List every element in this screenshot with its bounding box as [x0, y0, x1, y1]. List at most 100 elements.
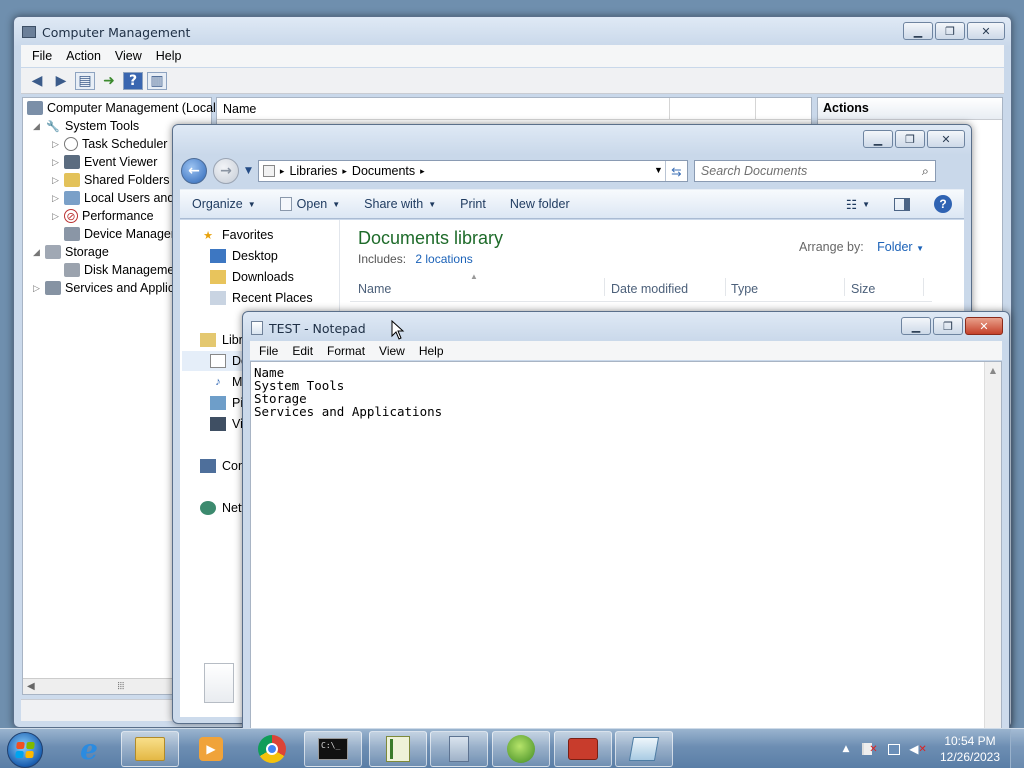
taskbar-windows-explorer[interactable] [121, 731, 179, 767]
nav-libraries[interactable]: Libr [200, 333, 243, 347]
cm-menu-help[interactable]: Help [149, 47, 189, 65]
nav-recent-places[interactable]: Recent Places [210, 291, 313, 305]
taskbar-performance-monitor[interactable] [369, 731, 427, 767]
notepad-menu-edit[interactable]: Edit [285, 342, 320, 360]
show-hide-tree-icon[interactable]: ▤ [75, 71, 95, 90]
tree-item-services-applications[interactable]: ▷ Services and Applica [33, 281, 181, 295]
refresh-icon[interactable]: ⇆ [664, 161, 687, 181]
breadcrumb-separator-icon[interactable]: ▸ [342, 166, 347, 177]
notepad-menu-format[interactable]: Format [320, 342, 372, 360]
nav-music[interactable]: ♪ M [210, 375, 242, 389]
scroll-up-icon[interactable]: ▲ [985, 362, 1001, 375]
column-size[interactable]: Size [851, 282, 875, 296]
show-action-pane-icon[interactable]: ▥ [147, 71, 167, 90]
breadcrumb-separator-icon[interactable]: ▸ [280, 166, 285, 177]
column-name[interactable]: Name [358, 282, 391, 296]
tree-item-shared-folders[interactable]: ▷ Shared Folders [52, 173, 169, 187]
print-button[interactable]: Print [448, 197, 498, 211]
tree-item-disk-management[interactable]: Disk Management [64, 263, 185, 277]
taskbar-notepad[interactable] [615, 731, 673, 767]
forward-arrow-icon[interactable]: ▶ [51, 72, 71, 90]
notepad-titlebar[interactable]: TEST - Notepad [243, 312, 1009, 344]
forward-button-icon[interactable]: → [213, 158, 239, 184]
cm-menu-file[interactable]: File [25, 47, 59, 65]
address-bar[interactable]: ▸ Libraries ▸ Documents ▸ ▼ ⇆ [257, 160, 688, 182]
notepad-minimize-button[interactable]: ▁ [901, 317, 931, 335]
tree-item-device-manager[interactable]: Device Manager [64, 227, 175, 241]
nav-pictures[interactable]: Pi [210, 396, 243, 410]
start-button[interactable] [7, 732, 43, 768]
nav-network[interactable]: Netv [200, 501, 248, 515]
taskbar-calculator[interactable] [430, 731, 488, 767]
notepad-vertical-scrollbar[interactable]: ▲ [984, 362, 1001, 729]
recent-pages-dropdown-icon[interactable]: ▼ [245, 166, 252, 176]
notepad-close-button[interactable]: ✕ [965, 317, 1003, 335]
taskbar-media-player[interactable]: ▶ [182, 731, 240, 767]
volume-muted-icon[interactable]: ◀ ✕ [909, 741, 927, 757]
scroll-thumb-grip-icon[interactable]: ⦙⦙⦙ [117, 681, 124, 692]
cm-titlebar[interactable]: Computer Management [14, 17, 1011, 47]
open-button[interactable]: Open ▼ [268, 197, 353, 211]
tree-item-task-scheduler[interactable]: ▷ Task Scheduler [52, 137, 167, 151]
breadcrumb-libraries[interactable]: Libraries [289, 164, 337, 178]
address-dropdown-icon[interactable]: ▼ [654, 165, 663, 175]
help-button[interactable]: ? [922, 195, 964, 213]
cm-minimize-button[interactable]: ▁ [903, 22, 933, 40]
cm-menu-view[interactable]: View [108, 47, 149, 65]
taskbar-internet-explorer[interactable]: e [60, 731, 118, 767]
expand-arrow-icon[interactable]: ▷ [52, 139, 64, 150]
taskbar-chrome[interactable] [243, 731, 301, 767]
share-with-button[interactable]: Share with ▼ [352, 197, 448, 211]
nav-favorites[interactable]: ★ Favorites [200, 228, 273, 242]
breadcrumb-documents[interactable]: Documents [352, 164, 415, 178]
help-icon[interactable]: ? [123, 71, 143, 90]
notepad-menu-view[interactable]: View [372, 342, 412, 360]
taskbar-toolbox[interactable] [554, 731, 612, 767]
action-center-flag-icon[interactable]: ✕ [861, 741, 879, 757]
expand-arrow-icon[interactable]: ▷ [52, 175, 64, 186]
tree-item-performance[interactable]: ▷ ⊘ Performance [52, 209, 154, 223]
collapse-arrow-icon[interactable]: ◢ [33, 247, 45, 258]
search-documents-input[interactable]: Search Documents ⌕ [693, 160, 936, 182]
explorer-titlebar[interactable] [173, 125, 971, 155]
export-list-icon[interactable]: ➜ [99, 72, 119, 90]
breadcrumb-separator-icon[interactable]: ▸ [420, 166, 425, 177]
expand-arrow-icon[interactable]: ▷ [33, 283, 45, 294]
tree-item-storage[interactable]: ◢ Storage [33, 245, 109, 259]
explorer-maximize-button[interactable]: ❐ [895, 130, 925, 148]
taskbar-clock[interactable]: 10:54 PM 12/26/2023 [930, 733, 1010, 765]
show-desktop-button[interactable] [1010, 729, 1024, 768]
organize-button[interactable]: Organize ▼ [180, 197, 268, 211]
nav-videos[interactable]: Vi [210, 417, 243, 431]
tree-item-local-users[interactable]: ▷ Local Users and G [52, 191, 188, 205]
show-hidden-icons-icon[interactable]: ▲ [837, 741, 855, 757]
scroll-left-icon[interactable]: ◀ [27, 681, 35, 692]
notepad-text-content[interactable]: Name System Tools Storage Services and A… [254, 366, 981, 729]
nav-desktop[interactable]: Desktop [210, 249, 278, 263]
taskbar-command-prompt[interactable]: C:\_ [304, 731, 362, 767]
notepad-menu-help[interactable]: Help [412, 342, 451, 360]
nav-downloads[interactable]: Downloads [210, 270, 294, 284]
expand-arrow-icon[interactable]: ▷ [52, 193, 64, 204]
cm-close-button[interactable]: ✕ [967, 22, 1005, 40]
notepad-maximize-button[interactable]: ❐ [933, 317, 963, 335]
column-type[interactable]: Type [731, 282, 758, 296]
tree-item-system-tools[interactable]: ◢ 🔧 System Tools [33, 119, 139, 133]
tree-item-computer-management[interactable]: Computer Management (Local [27, 101, 216, 115]
column-name-header[interactable]: Name [223, 102, 256, 116]
explorer-close-button[interactable]: ✕ [927, 130, 965, 148]
tree-item-event-viewer[interactable]: ▷ Event Viewer [52, 155, 157, 169]
arrange-by-dropdown[interactable]: Folder ▼ [877, 240, 924, 254]
change-view-button[interactable]: ☷ ▼ [834, 197, 882, 212]
notepad-menu-file[interactable]: File [252, 342, 285, 360]
column-date-modified[interactable]: Date modified [611, 282, 688, 296]
back-arrow-icon[interactable]: ◀ [27, 72, 47, 90]
explorer-minimize-button[interactable]: ▁ [863, 130, 893, 148]
cm-maximize-button[interactable]: ❐ [935, 22, 965, 40]
network-status-icon[interactable] [885, 741, 903, 757]
expand-arrow-icon[interactable]: ▷ [52, 211, 64, 222]
taskbar-windows-update[interactable] [492, 731, 550, 767]
expand-arrow-icon[interactable]: ▷ [52, 157, 64, 168]
notepad-editor[interactable]: Name System Tools Storage Services and A… [250, 361, 1002, 730]
preview-pane-button[interactable] [882, 197, 922, 211]
